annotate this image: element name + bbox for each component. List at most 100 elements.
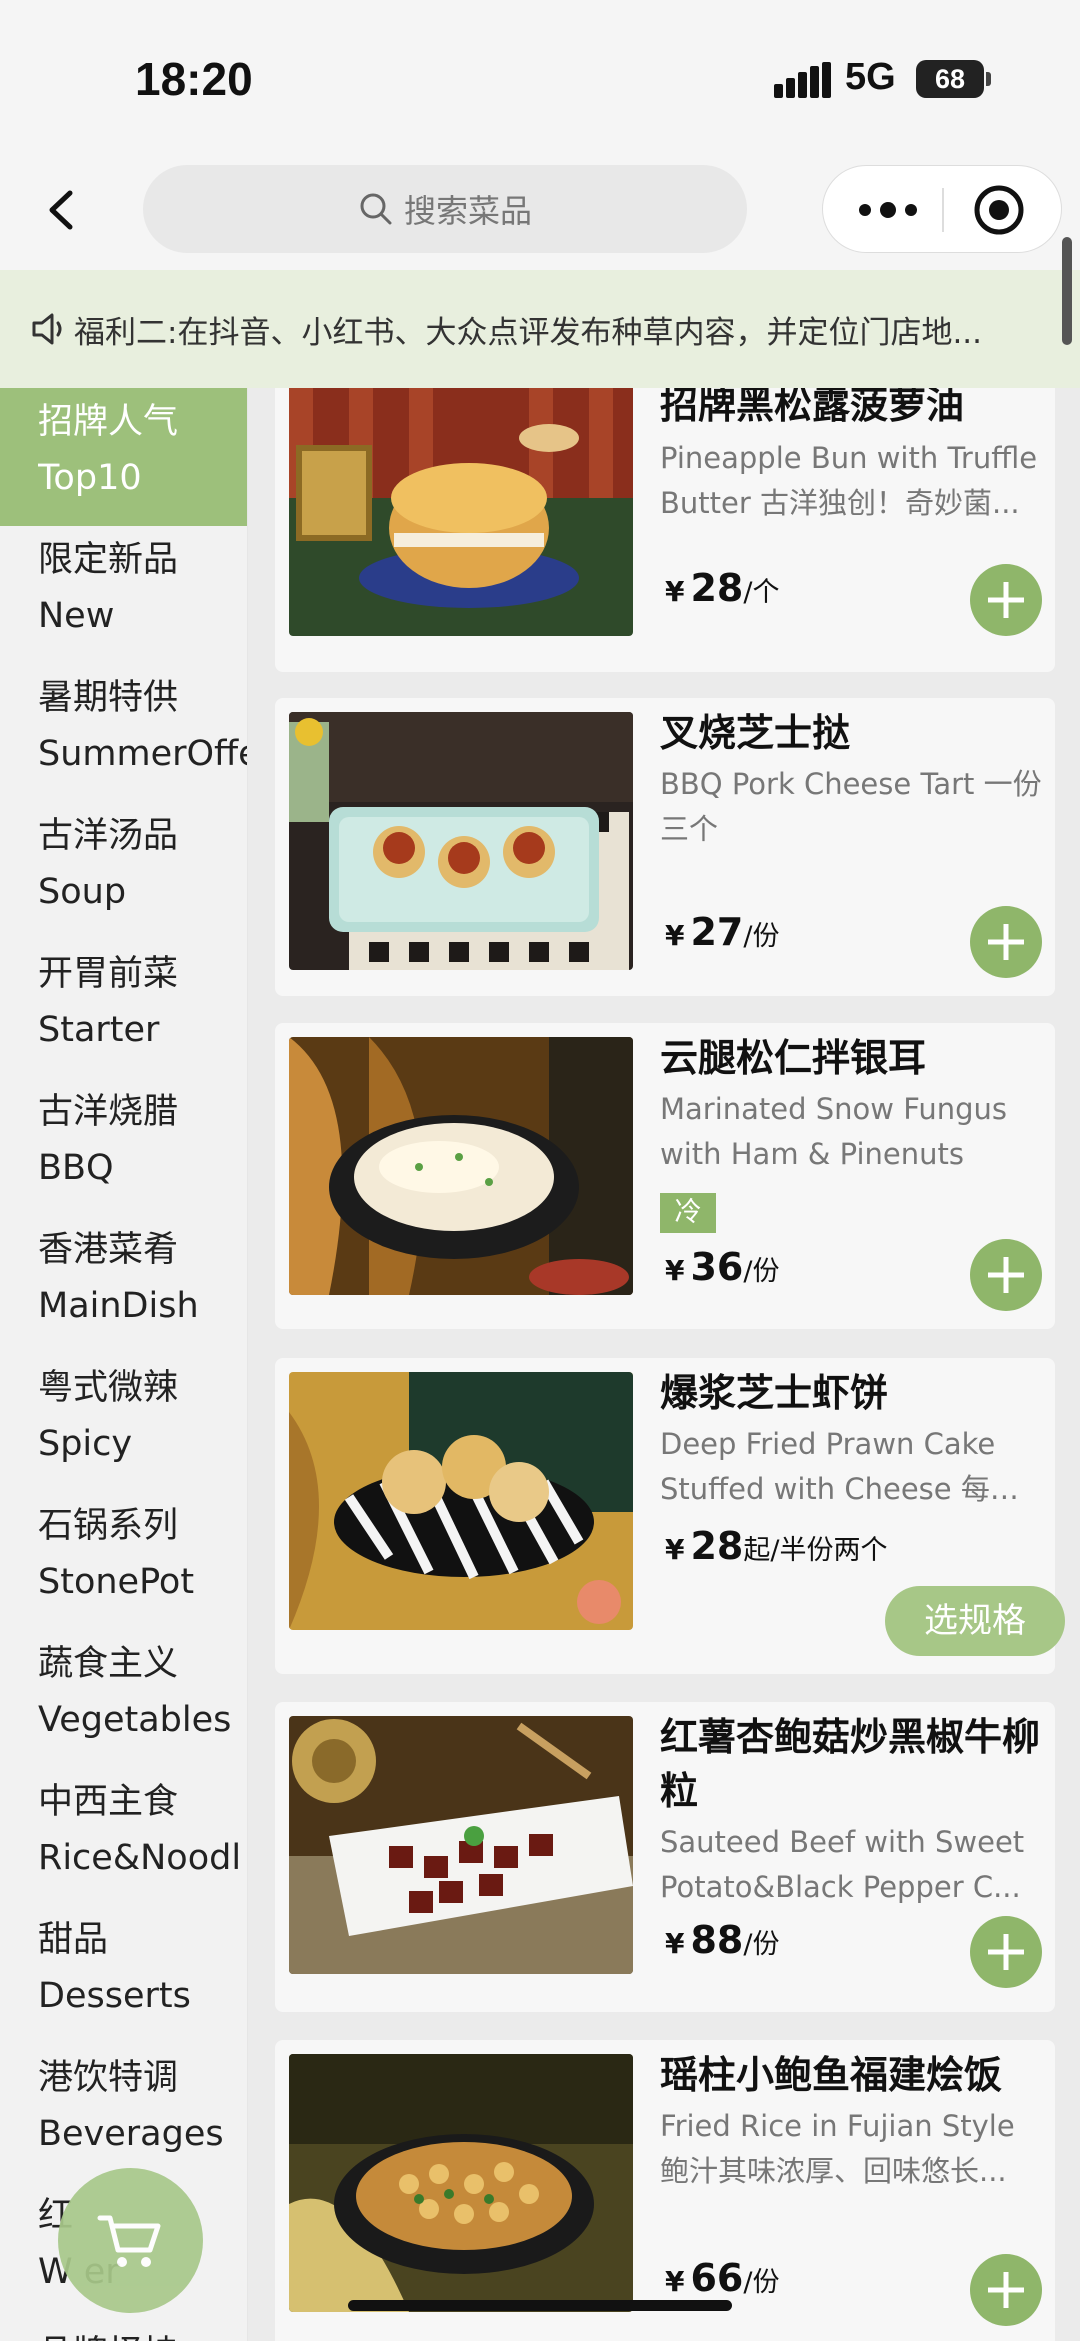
status-time: 18:20 — [135, 53, 253, 105]
product-desc: Pineapple Bun with Truffle Butter 古洋独创！奇… — [660, 441, 1038, 520]
price-unit: /个 — [743, 577, 780, 608]
category-label-zh: 粤式微辣 — [38, 1368, 179, 1408]
category-label-zh: 甜品 — [38, 1920, 109, 1960]
product-name: 叉烧芝士挞 — [660, 711, 851, 755]
category-summer-offer[interactable]: 暑期特供 SummerOffe — [0, 664, 247, 802]
category-label-zh: 品牌怪持 — [38, 2326, 247, 2341]
category-stone-pot[interactable]: 石锅系列 StonePot — [0, 1492, 247, 1630]
product-price: ¥66/份 — [665, 2256, 779, 2300]
product-name: 云腿松仁拌银耳 — [660, 1036, 927, 1080]
product-price: ¥88/份 — [665, 1918, 779, 1962]
price-value: 66 — [690, 2256, 744, 2300]
category-starter[interactable]: 开胃前菜 Starter — [0, 940, 247, 1078]
add-to-cart-button[interactable] — [970, 1916, 1042, 1988]
speaker-icon — [32, 313, 62, 345]
status-bar: 18:20 5G 68 — [0, 0, 1080, 150]
select-spec-button[interactable]: 选规格 — [885, 1586, 1065, 1656]
price-unit: /份 — [743, 1929, 780, 1960]
product-card[interactable]: 招牌黑松露菠萝油 Pineapple Bun with Truffle Butt… — [275, 388, 1055, 672]
add-to-cart-button[interactable] — [970, 564, 1042, 636]
product-card[interactable]: 叉烧芝士挞 BBQ Pork Cheese Tart 一份三个 ¥27/份 — [275, 698, 1055, 996]
notice-banner[interactable]: 福利二:在抖音、小红书、大众点评发布种草内容，并定位门店地... — [0, 270, 1080, 388]
price-unit: /份 — [743, 2267, 780, 2298]
product-card[interactable]: 爆浆芝士虾饼 Deep Fried Prawn Cake Stuffed wit… — [275, 1358, 1065, 1674]
add-to-cart-button[interactable] — [970, 906, 1042, 978]
product-card[interactable]: 红薯杏鲍菇炒黑椒牛柳粒 Sauteed Beef with Sweet Pota… — [275, 1702, 1055, 2012]
add-to-cart-button[interactable] — [970, 2254, 1042, 2326]
category-label-en: Starter — [38, 1010, 160, 1050]
product-desc: Fried Rice in Fujian Style 鲍汁其味浓厚、回味悠长..… — [660, 2109, 1015, 2188]
price-value: 88 — [690, 1918, 744, 1962]
currency-symbol: ¥ — [665, 1254, 685, 1287]
miniprogram-capsule — [822, 165, 1062, 253]
category-brand[interactable]: 品牌怪持 — [0, 2320, 247, 2341]
category-label-en: Spicy — [38, 1424, 133, 1464]
category-label-en: Beverages — [38, 2114, 224, 2154]
back-icon[interactable] — [38, 185, 88, 235]
category-label-zh: 香港菜肴 — [38, 1230, 179, 1270]
price-value: 28 — [690, 1524, 744, 1568]
category-label-en: Desserts — [38, 1976, 191, 2016]
product-desc: Marinated Snow Fungus with Ham & Pinenut… — [660, 1092, 1007, 1171]
product-name: 招牌黑松露菠萝油 — [660, 388, 965, 427]
product-name: 红薯杏鲍菇炒黑椒牛柳粒 — [660, 1715, 1041, 1813]
product-price: ¥27/份 — [665, 910, 779, 954]
product-image — [289, 712, 633, 970]
category-rice-noodle[interactable]: 中西主食 Rice&Noodl — [0, 1768, 247, 1906]
category-label-en: Top10 — [38, 458, 142, 498]
product-list[interactable]: 招牌黑松露菠萝油 Pineapple Bun with Truffle Butt… — [248, 388, 1080, 2341]
price-unit: /份 — [743, 921, 780, 952]
currency-symbol: ¥ — [665, 1927, 685, 1960]
category-label-en: Vegetables — [38, 1700, 232, 1740]
product-image — [289, 388, 633, 636]
category-label-en: Rice&Noodl — [38, 1838, 242, 1878]
product-card[interactable]: 云腿松仁拌银耳 Marinated Snow Fungus with Ham &… — [275, 1023, 1055, 1329]
category-label-en: BBQ — [38, 1148, 114, 1188]
price-unit: /份 — [743, 1256, 780, 1287]
search-input[interactable]: 搜索菜品 — [143, 165, 747, 253]
category-bbq[interactable]: 古洋烧腊 BBQ — [0, 1078, 247, 1216]
category-new[interactable]: 限定新品 New — [0, 526, 247, 664]
currency-symbol: ¥ — [665, 919, 685, 952]
category-label-zh: 石锅系列 — [38, 1506, 179, 1546]
category-beverages[interactable]: 港饮特调 Beverages — [0, 2044, 247, 2182]
cart-icon — [97, 2215, 161, 2267]
category-label-zh: 招牌人气 — [38, 402, 179, 442]
currency-symbol: ¥ — [665, 575, 685, 608]
close-miniprogram-icon[interactable] — [973, 184, 1025, 236]
product-image — [289, 1372, 633, 1630]
battery-icon: 68 — [916, 60, 984, 98]
add-to-cart-button[interactable] — [970, 1239, 1042, 1311]
product-card[interactable]: 瑶柱小鲍鱼福建烩饭 Fried Rice in Fujian Style 鲍汁其… — [275, 2040, 1055, 2341]
search-placeholder: 搜索菜品 — [403, 192, 532, 230]
category-label-zh: 暑期特供 — [38, 678, 179, 718]
currency-symbol: ¥ — [665, 2265, 685, 2298]
category-sidebar: 招牌人气 Top10 限定新品 New 暑期特供 SummerOffe 古洋汤品… — [0, 388, 248, 2341]
cold-dish-tag: 冷 — [660, 1193, 716, 1233]
cart-button[interactable] — [58, 2168, 203, 2313]
product-desc: Sauteed Beef with Sweet Potato&Black Pep… — [660, 1825, 1025, 1904]
category-main-dish[interactable]: 香港菜肴 MainDish — [0, 1216, 247, 1354]
price-value: 28 — [690, 566, 744, 610]
more-icon[interactable] — [853, 190, 923, 230]
category-label-zh: 限定新品 — [38, 540, 179, 580]
category-label-zh: 中西主食 — [38, 1782, 179, 1822]
category-label-zh: 开胃前菜 — [38, 954, 179, 994]
category-soup[interactable]: 古洋汤品 Soup — [0, 802, 247, 940]
price-value: 36 — [690, 1245, 744, 1289]
notice-text: 福利二:在抖音、小红书、大众点评发布种草内容，并定位门店地... — [74, 314, 983, 351]
product-price: ¥36/份 — [665, 1245, 779, 1289]
product-image — [289, 2054, 633, 2312]
category-vegetables[interactable]: 蔬食主义 Vegetables — [0, 1630, 247, 1768]
category-spicy[interactable]: 粤式微辣 Spicy — [0, 1354, 247, 1492]
category-top10[interactable]: 招牌人气 Top10 — [0, 388, 247, 526]
product-name: 爆浆芝士虾饼 — [660, 1371, 889, 1415]
scroll-indicator — [1062, 237, 1072, 345]
price-value: 27 — [690, 910, 744, 954]
category-label-zh: 古洋烧腊 — [38, 1092, 179, 1132]
home-indicator — [348, 2300, 732, 2311]
battery-tip — [986, 72, 991, 86]
price-unit: 起/半份两个 — [743, 1535, 888, 1566]
product-desc: Deep Fried Prawn Cake Stuffed with Chees… — [660, 1427, 996, 1506]
category-desserts[interactable]: 甜品 Desserts — [0, 1906, 247, 2044]
